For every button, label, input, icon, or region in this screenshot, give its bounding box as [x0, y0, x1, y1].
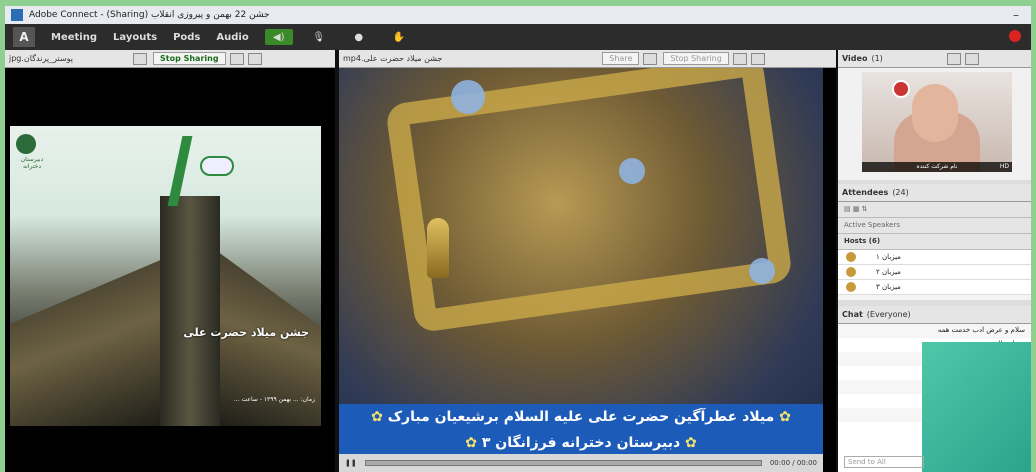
poster-tower: [160, 196, 220, 426]
right-column: Video (1) نام شرکت کننده HD Attendees (2…: [838, 50, 1031, 472]
participant-face: [912, 84, 958, 142]
chat-input[interactable]: Send to All: [844, 456, 924, 468]
shared-poster-image: دبیرستان دخترانه جشن میلاد حضرت علی زمان…: [10, 126, 321, 426]
chat-scope: (Everyone): [866, 310, 911, 319]
share-file-name: jpg.پوستر_پرندگان: [9, 54, 73, 63]
lantern: [427, 218, 449, 278]
menu-bar: A Meeting Layouts Pods Audio ◀) 🎙 ● ✋: [5, 24, 1031, 50]
poster-cloth-left: [10, 256, 170, 426]
video-pod-header: Video (1): [838, 50, 1031, 68]
active-speakers-row: Active Speakers: [838, 218, 1031, 234]
record-indicator-icon[interactable]: [1009, 30, 1021, 42]
chat-pod: Chat (Everyone) سلام و عرض ادب خدمت همه …: [838, 306, 1031, 472]
host-name: میزبان ۲: [876, 268, 901, 276]
fullscreen-icon-video[interactable]: [964, 52, 979, 65]
chat-message: سلام و عرض ادب خدمت همه: [838, 324, 1031, 338]
attendees-header: Attendees (24): [838, 184, 1031, 202]
person-icon: [846, 267, 856, 277]
screen-background: Adobe Connect - (Sharing) جشن 22 بهمن و …: [0, 0, 1036, 472]
speaker-button[interactable]: ◀): [264, 29, 293, 45]
caption-text-1: میلاد عطرآگین حضرت علی علیه السلام برشیع…: [387, 409, 775, 425]
light-orb: [451, 80, 485, 114]
share-pod-center: mp4.جشن میلاد حضرت علی Share Stop Sharin…: [339, 50, 836, 472]
caption-text-2: دبیرستان دخترانه فرزانگان ۳: [481, 435, 681, 451]
person-icon: [846, 252, 856, 262]
window-title: Adobe Connect - (Sharing) جشن 22 بهمن و …: [29, 10, 270, 20]
participant-name-text: نام شرکت کننده: [916, 163, 958, 170]
attendee-toolbar[interactable]: ▤ ▦ ⇅: [838, 202, 1031, 218]
fullscreen-icon[interactable]: [229, 52, 244, 65]
webcam-feed: نام شرکت کننده HD: [862, 72, 1012, 172]
menu-pods[interactable]: Pods: [173, 32, 200, 43]
poster-details: زمان: ... بهمن ۱۳۹۹ - ساعت ...: [233, 396, 315, 403]
chat-header: Chat (Everyone): [838, 306, 1031, 324]
light-orb: [749, 258, 775, 284]
chat-title: Chat: [842, 310, 863, 319]
pod-menu-icon[interactable]: [247, 52, 262, 65]
fullscreen-icon-center[interactable]: [732, 52, 747, 65]
pod-menu-icon-center[interactable]: [750, 52, 765, 65]
shared-video-frame: ✿ میلاد عطرآگین حضرت علی علیه السلام برش…: [339, 68, 823, 454]
light-orb: [619, 158, 645, 184]
caption-line-1: ✿ میلاد عطرآگین حضرت علی علیه السلام برش…: [339, 404, 823, 430]
menu-audio[interactable]: Audio: [216, 32, 248, 43]
status-button[interactable]: ✋: [385, 29, 413, 45]
dove-icon: [200, 156, 234, 176]
adobe-connect-window: Adobe Connect - (Sharing) جشن 22 بهمن و …: [5, 6, 1031, 472]
decorative-overlay-image: [922, 342, 1031, 472]
stop-sharing-button-center[interactable]: Stop Sharing: [663, 52, 729, 65]
layout-icon[interactable]: [946, 52, 961, 65]
flower-icon: ✿: [779, 409, 791, 425]
video-file-name: mp4.جشن میلاد حضرت علی: [343, 54, 443, 63]
speaker-icon: ◀): [272, 31, 285, 43]
poster-logo-caption: دبیرستان دخترانه: [20, 156, 44, 170]
microphone-button[interactable]: 🎙: [305, 29, 333, 45]
caption-line-2: ✿ دبیرستان دخترانه فرزانگان ۳ ✿: [339, 430, 823, 454]
person-icon: [846, 282, 856, 292]
participant-name: نام شرکت کننده HD: [862, 162, 1012, 172]
share-pod-left-header: jpg.پوستر_پرندگان Stop Sharing: [5, 50, 335, 68]
menu-meeting[interactable]: Meeting: [51, 32, 97, 43]
camera-badge-icon: [892, 80, 910, 98]
media-player-controls: ❚❚ 00:00 / 00:00: [339, 454, 823, 472]
video-pod-title: Video: [842, 54, 868, 63]
host-name: میزبان ۱: [876, 253, 901, 261]
minimize-button[interactable]: –: [1013, 8, 1019, 22]
adobe-logo-icon: A: [13, 27, 35, 47]
flower-icon: ✿: [371, 409, 383, 425]
list-item[interactable]: میزبان ۲: [838, 265, 1031, 280]
seek-bar[interactable]: [364, 460, 762, 466]
player-time: 00:00 / 00:00: [769, 459, 817, 467]
gold-ornament: [384, 68, 794, 334]
menu-layouts[interactable]: Layouts: [113, 32, 157, 43]
webcam-icon: ●: [354, 31, 364, 43]
list-item[interactable]: میزبان ۱: [838, 250, 1031, 265]
attendees-title: Attendees: [842, 188, 889, 197]
stop-sharing-button-left[interactable]: Stop Sharing: [153, 52, 226, 65]
poster-title: جشن میلاد حضرت علی: [183, 326, 309, 339]
attendees-pod: Attendees (24) ▤ ▦ ⇅ Active Speakers Hos…: [838, 184, 1031, 300]
flower-icon: ✿: [685, 435, 697, 451]
list-item[interactable]: میزبان ۳: [838, 280, 1031, 295]
attendees-count: (24): [892, 188, 909, 197]
title-bar: Adobe Connect - (Sharing) جشن 22 بهمن و …: [5, 6, 1031, 24]
flower-icon: ✿: [465, 435, 477, 451]
share-button[interactable]: Share: [602, 52, 640, 65]
video-pod-count: (1): [871, 54, 883, 63]
hosts-group[interactable]: Hosts (6): [838, 234, 1031, 250]
raise-hand-icon: ✋: [392, 31, 405, 43]
video-caption: ✿ میلاد عطرآگین حضرت علی علیه السلام برش…: [339, 404, 823, 454]
share-pod-left: jpg.پوستر_پرندگان Stop Sharing دبیرستان …: [5, 50, 335, 472]
school-logo-icon: [16, 134, 36, 154]
hd-badge: HD: [999, 163, 1009, 170]
sync-icon-center[interactable]: [643, 52, 658, 65]
sync-icon[interactable]: [133, 52, 147, 65]
share-pod-center-header: mp4.جشن میلاد حضرت علی Share Stop Sharin…: [339, 50, 836, 68]
host-name: میزبان ۳: [876, 283, 901, 291]
app-icon: [11, 9, 23, 21]
microphone-icon: 🎙: [312, 31, 326, 43]
webcam-button[interactable]: ●: [345, 29, 373, 45]
play-pause-icon[interactable]: ❚❚: [345, 459, 357, 467]
video-panel: نام شرکت کننده HD: [838, 68, 1031, 180]
